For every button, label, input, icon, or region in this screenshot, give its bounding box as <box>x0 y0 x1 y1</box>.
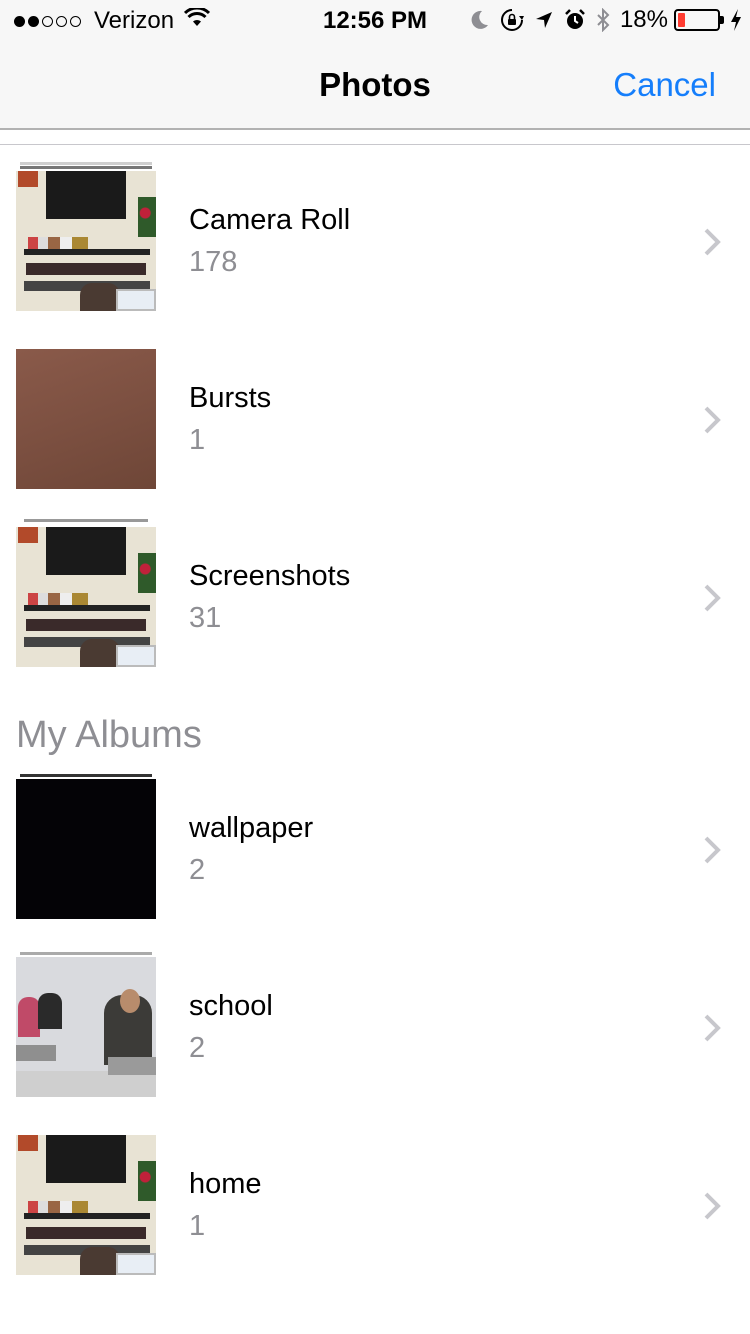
album-name: school <box>189 990 273 1022</box>
album-count: 2 <box>189 854 206 886</box>
album-row-wallpaper[interactable]: wallpaper 2 <box>0 770 750 948</box>
album-name: wallpaper <box>189 812 314 844</box>
status-bar: Verizon 12:56 PM 18% <box>0 0 750 40</box>
battery-level <box>678 13 685 27</box>
stack-edge <box>20 162 152 165</box>
moon-icon <box>470 9 490 31</box>
stack-edge <box>20 952 152 955</box>
album-row-bursts[interactable]: Bursts 1 <box>0 340 750 518</box>
album-count: 178 <box>189 246 238 278</box>
album-row-camera-roll[interactable]: Camera Roll 178 <box>0 162 750 340</box>
navigation-bar-divider <box>0 128 750 130</box>
album-count: 1 <box>189 424 206 456</box>
section-header-my-albums: My Albums <box>16 714 202 756</box>
stack-edge <box>20 166 152 169</box>
album-row-home[interactable]: home 1 <box>0 1126 750 1304</box>
album-name: Bursts <box>189 382 272 414</box>
album-thumbnail-stack <box>16 948 156 1098</box>
location-arrow-icon <box>534 10 554 30</box>
album-thumbnail-stack <box>16 340 156 490</box>
stack-edge <box>20 774 152 777</box>
album-thumbnail <box>16 957 156 1097</box>
chevron-right-icon <box>704 228 721 256</box>
album-thumbnail <box>16 527 156 667</box>
status-right: 18% <box>460 6 742 34</box>
rotation-lock-icon <box>500 8 524 32</box>
chevron-right-icon <box>704 1014 721 1042</box>
battery-icon <box>674 9 724 31</box>
album-name: Screenshots <box>189 560 351 592</box>
chevron-right-icon <box>704 584 721 612</box>
album-row-screenshots[interactable]: Screenshots 31 <box>0 518 750 696</box>
album-thumbnail-stack <box>16 770 156 920</box>
album-name: Camera Roll <box>189 204 351 236</box>
cancel-button[interactable]: Cancel <box>613 66 716 104</box>
charging-bolt-icon <box>730 9 742 31</box>
album-count: 31 <box>189 602 222 634</box>
album-thumbnail <box>16 171 156 311</box>
album-thumbnail-stack <box>16 1126 156 1276</box>
album-thumbnail <box>16 349 156 489</box>
album-thumbnail-stack <box>16 162 156 312</box>
navigation-bar: Photos Cancel <box>0 40 750 128</box>
bluetooth-icon <box>596 8 610 32</box>
album-row-school[interactable]: school 2 <box>0 948 750 1126</box>
stack-edge <box>24 519 148 522</box>
album-name: home <box>189 1168 262 1200</box>
album-thumbnail <box>16 1135 156 1275</box>
album-count: 1 <box>189 1210 206 1242</box>
battery-percent: 18% <box>619 6 668 33</box>
album-thumbnail <box>16 779 156 919</box>
chevron-right-icon <box>704 836 721 864</box>
album-count: 2 <box>189 1032 206 1064</box>
album-thumbnail-stack <box>16 518 156 668</box>
list-top-divider <box>0 144 750 145</box>
chevron-right-icon <box>704 406 721 434</box>
alarm-icon <box>564 9 586 31</box>
chevron-right-icon <box>704 1192 721 1220</box>
